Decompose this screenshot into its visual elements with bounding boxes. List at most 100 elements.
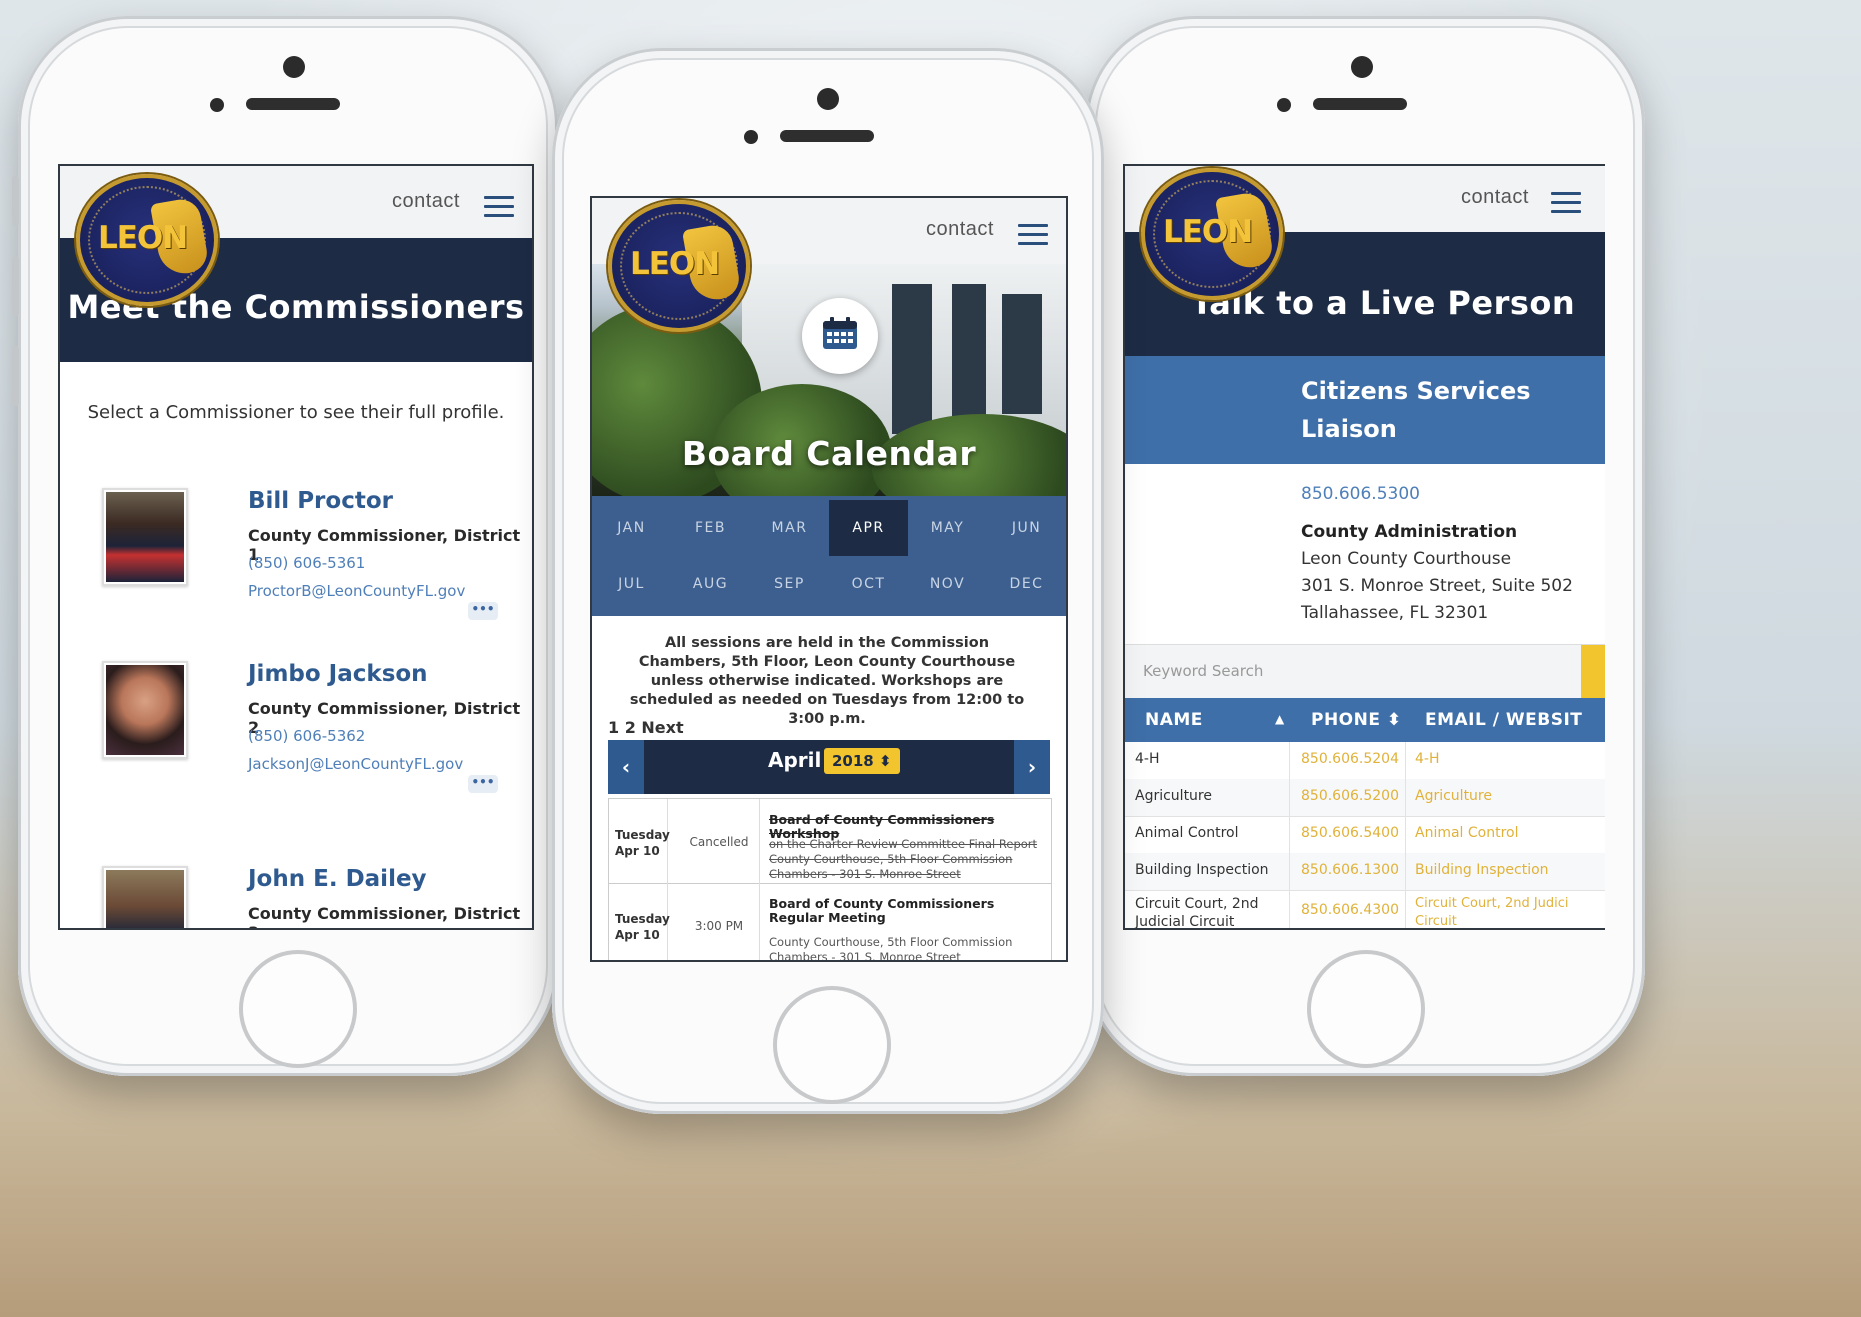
search-button[interactable]: [1581, 645, 1605, 699]
department-link-line2[interactable]: Circuit: [1415, 914, 1457, 928]
department-name-line2: Judicial Circuit: [1135, 914, 1235, 930]
month-tab[interactable]: OCT: [829, 556, 908, 612]
leon-county-logo[interactable]: LEON: [608, 200, 750, 332]
speaker: [780, 130, 874, 142]
phone-commissioners: contact Meet the Commissioners LEON Sele…: [12, 16, 558, 1076]
address-line-2: 301 S. Monroe Street, Suite 502: [1301, 576, 1573, 596]
department-name: Agriculture: [1135, 788, 1212, 804]
sort-icon[interactable]: ▲: [1275, 712, 1285, 726]
table-row[interactable]: 4-H 850.606.5204 4-H: [1125, 742, 1605, 780]
month-tab[interactable]: SEP: [750, 556, 829, 612]
hamburger-menu-icon[interactable]: [484, 196, 514, 218]
liaison-phone[interactable]: 850.606.5300: [1301, 484, 1420, 504]
commissioner-card[interactable]: Bill Proctor County Commissioner, Distri…: [60, 488, 532, 668]
department-name: Animal Control: [1135, 825, 1239, 841]
commissioner-photo[interactable]: [102, 661, 188, 759]
commissioner-email[interactable]: JacksonJ@LeonCountyFL.gov: [248, 755, 463, 773]
camera: [283, 56, 305, 78]
month-tab-active[interactable]: APR: [829, 500, 908, 556]
department-phone[interactable]: 850.606.4300: [1301, 902, 1399, 918]
event-location: County Courthouse, 5th Floor Commission …: [769, 935, 1013, 962]
commissioner-name[interactable]: John E. Dailey: [248, 866, 427, 892]
event-date: Apr 10: [615, 844, 660, 858]
event-subtitle: on the Charter Review Committee Final Re…: [769, 837, 1038, 851]
commissioner-card[interactable]: John E. Dailey County Commissioner, Dist…: [60, 866, 532, 928]
speaker: [1313, 98, 1407, 110]
screen: contact LEON Board Calendar JAN FEB MAR …: [590, 196, 1068, 962]
camera: [1351, 56, 1373, 78]
month-tab[interactable]: JUN: [987, 500, 1066, 556]
side-button: [12, 346, 19, 406]
contact-link[interactable]: contact: [392, 190, 460, 213]
commissioner-phone[interactable]: (850) 606-5361: [248, 554, 365, 572]
month-tab[interactable]: JUL: [592, 556, 671, 612]
table-row[interactable]: Building Inspection 850.606.1300 Buildin…: [1125, 853, 1605, 891]
event-row[interactable]: Tuesday Apr 10 3:00 PM Board of County C…: [609, 883, 1051, 962]
leon-county-logo[interactable]: LEON: [76, 174, 218, 306]
more-button[interactable]: •••: [468, 602, 498, 620]
email-column-header[interactable]: EMAIL / WEBSIT: [1425, 710, 1582, 730]
next-month-button[interactable]: ›: [1014, 740, 1050, 794]
leon-county-logo[interactable]: LEON: [1141, 168, 1283, 300]
event-date: Apr 10: [615, 928, 660, 942]
calendar-header: ‹ April 2018 ⬍ ›: [608, 740, 1050, 794]
hamburger-menu-icon[interactable]: [1551, 192, 1581, 214]
department-name: 4-H: [1135, 751, 1160, 767]
sensor: [1277, 98, 1291, 112]
commissioner-name[interactable]: Bill Proctor: [248, 488, 393, 514]
more-button[interactable]: •••: [468, 775, 498, 793]
department-phone[interactable]: 850.606.5400: [1301, 825, 1399, 841]
department-name: Circuit Court, 2nd: [1135, 896, 1259, 912]
keyword-search-input[interactable]: Keyword Search: [1125, 644, 1605, 700]
prev-month-button[interactable]: ‹: [608, 740, 644, 794]
event-day: Tuesday: [615, 912, 670, 926]
department-name: Building Inspection: [1135, 862, 1269, 878]
pagination[interactable]: 1 2 Next: [608, 718, 684, 737]
department-phone[interactable]: 850.606.1300: [1301, 862, 1399, 878]
search-placeholder: Keyword Search: [1143, 662, 1264, 680]
contact-link[interactable]: contact: [926, 218, 994, 241]
department-link[interactable]: Animal Control: [1415, 825, 1519, 841]
calendar-icon: [823, 317, 857, 349]
department-link[interactable]: Building Inspection: [1415, 862, 1549, 878]
intro-text: Select a Commissioner to see their full …: [87, 402, 505, 423]
commissioner-photo[interactable]: [102, 488, 188, 586]
commissioner-email[interactable]: ProctorB@LeonCountyFL.gov: [248, 582, 465, 600]
name-column-header[interactable]: NAME: [1145, 710, 1203, 730]
table-row[interactable]: Animal Control 850.606.5400 Animal Contr…: [1125, 816, 1605, 854]
camera: [817, 88, 839, 110]
contact-link[interactable]: contact: [1461, 186, 1529, 209]
commissioner-name[interactable]: Jimbo Jackson: [248, 661, 428, 687]
month-tab[interactable]: MAY: [908, 500, 987, 556]
department-link[interactable]: Agriculture: [1415, 788, 1492, 804]
table-row[interactable]: Circuit Court, 2nd Judicial Circuit 850.…: [1125, 890, 1605, 930]
phone-column-header[interactable]: PHONE ⬍: [1311, 710, 1402, 730]
month-tab[interactable]: MAR: [750, 500, 829, 556]
month-tab[interactable]: DEC: [987, 556, 1066, 612]
screen: contact Meet the Commissioners LEON Sele…: [58, 164, 534, 930]
home-button[interactable]: [1307, 950, 1425, 1068]
commissioner-card[interactable]: Jimbo Jackson County Commissioner, Distr…: [60, 661, 532, 841]
department-link[interactable]: Circuit Court, 2nd Judici: [1415, 896, 1569, 911]
table-row[interactable]: Agriculture 850.606.5200 Agriculture: [1125, 779, 1605, 817]
year-select[interactable]: 2018 ⬍: [824, 748, 900, 774]
speaker: [246, 98, 340, 110]
department-phone[interactable]: 850.606.5204: [1301, 751, 1399, 767]
event-row[interactable]: Tuesday Apr 10 Cancelled Board of County…: [609, 799, 1051, 884]
liaison-title: Citizens Services: [1301, 377, 1531, 405]
event-title[interactable]: Board of County Commissioners Regular Me…: [769, 897, 1039, 925]
phone-board-calendar: contact LEON Board Calendar JAN FEB MAR …: [552, 48, 1104, 1114]
month-tab[interactable]: FEB: [671, 500, 750, 556]
commissioner-photo[interactable]: [102, 866, 188, 928]
commissioner-phone[interactable]: (850) 606-5362: [248, 727, 365, 745]
home-button[interactable]: [773, 986, 891, 1104]
hamburger-menu-icon[interactable]: [1018, 224, 1048, 246]
month-tab[interactable]: AUG: [671, 556, 750, 612]
month-tab[interactable]: JAN: [592, 500, 671, 556]
phone-live-person: contact Talk to a Live Person LEON Citiz…: [1085, 16, 1645, 1076]
department-link[interactable]: 4-H: [1415, 751, 1440, 767]
department-phone[interactable]: 850.606.5200: [1301, 788, 1399, 804]
home-button[interactable]: [239, 950, 357, 1068]
month-tab[interactable]: NOV: [908, 556, 987, 612]
events-table: Tuesday Apr 10 Cancelled Board of County…: [608, 798, 1052, 962]
